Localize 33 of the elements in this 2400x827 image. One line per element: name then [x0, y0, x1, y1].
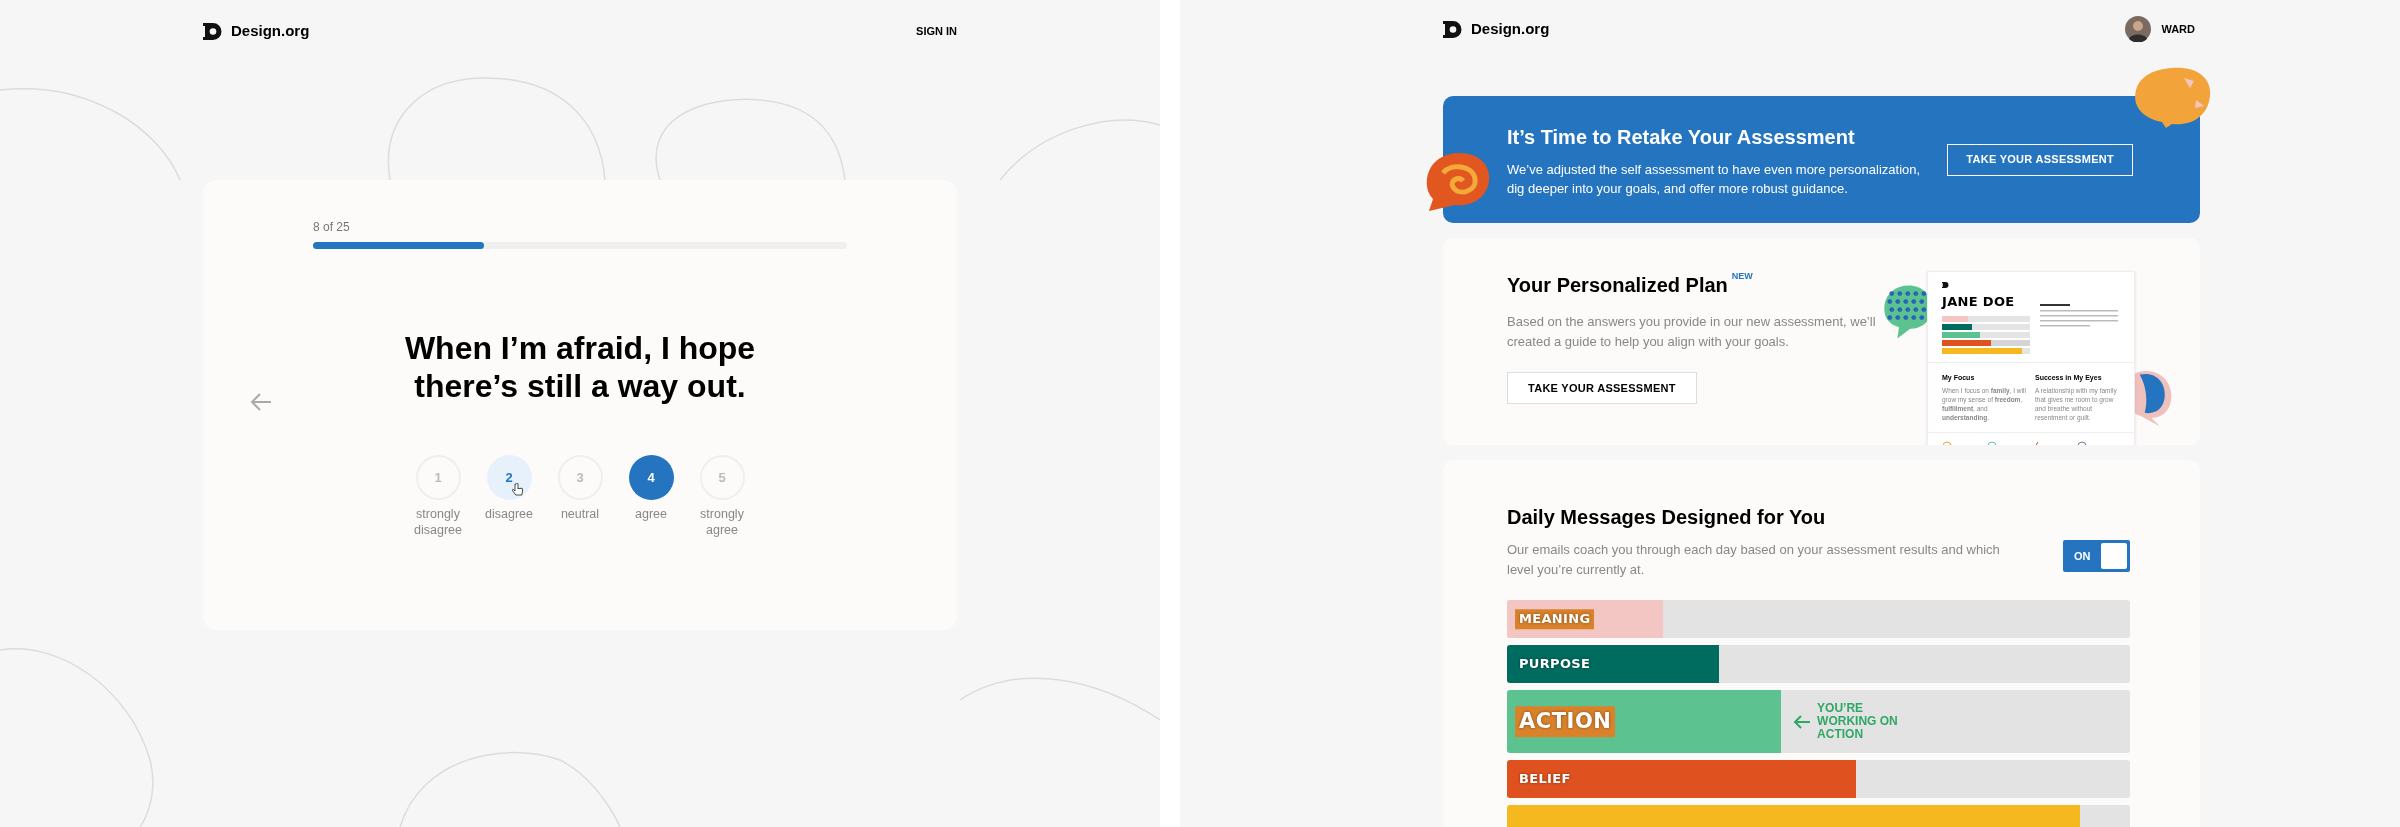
daily-title: Daily Messages Designed for You: [1507, 505, 1827, 530]
level-label: ACTION: [1515, 705, 1616, 738]
hand-cursor-icon: [511, 483, 523, 496]
daily-text: Our emails coach you through each day based on your assessment results and which level you’re currently at.: [1507, 541, 2001, 579]
banner-text: We’ve adjusted the self assessment to have even more personalization, dig deeper into your goals, and offer more robust guidance.: [1507, 160, 1922, 198]
logo-icon: [1942, 282, 1949, 288]
logo-icon: [1443, 20, 1463, 38]
working-on-note: YOU’RE WORKING ON ACTION: [1817, 702, 1899, 741]
level-label: PURPOSE: [1519, 655, 1591, 674]
answer-option[interactable]: 1 strongly disagree: [402, 455, 474, 538]
answer-option[interactable]: 2 disagree: [473, 455, 545, 538]
take-assessment-button[interactable]: TAKE YOUR ASSESSMENT: [1507, 372, 1697, 404]
email-toggle[interactable]: ON: [2063, 540, 2130, 572]
progress-label: 8 of 25: [313, 219, 351, 236]
question-text: When I’m afraid, I hope there’s still a way out.: [403, 329, 757, 405]
banner-title: It’s Time to Retake Your Assessment: [1507, 124, 1856, 150]
avatar-icon[interactable]: [2125, 16, 2152, 42]
answer-option[interactable]: 3 neutral: [544, 455, 616, 538]
level-label: MEANING: [1515, 609, 1595, 629]
logo-text: Design.org: [1471, 18, 1550, 39]
left-arrow-icon: [1793, 713, 1812, 730]
plan-text: Based on the answers you provide in our new assessment, we’ll created a guide to help you align with your goals.: [1507, 313, 1877, 351]
level-label: BELIEF: [1519, 770, 1571, 789]
logo-text: Design.org: [231, 20, 310, 41]
logo-icon: [203, 22, 223, 40]
user-name[interactable]: WARD: [2161, 20, 2195, 38]
answer-option[interactable]: 4 agree: [615, 455, 687, 538]
preview-name: JANE DOE: [1942, 293, 2016, 311]
sign-in-link[interactable]: SIGN IN: [916, 22, 957, 40]
answer-option[interactable]: 5 strongly agree: [686, 455, 758, 538]
take-assessment-button[interactable]: TAKE YOUR ASSESSMENT: [1947, 143, 2133, 176]
new-label: NEW: [1731, 270, 1753, 283]
plan-title: Your Personalized Plan: [1507, 273, 1728, 298]
